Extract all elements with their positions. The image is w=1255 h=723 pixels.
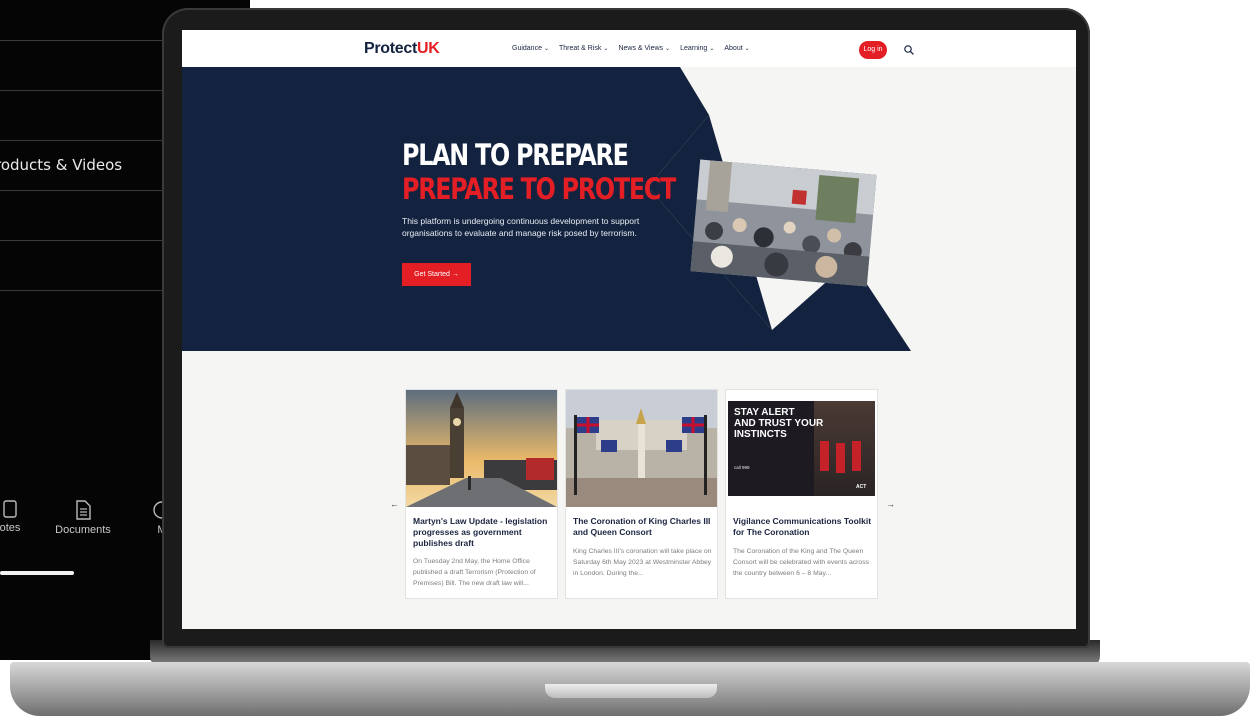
poster-call: call 999 bbox=[734, 465, 750, 470]
carousel-next-arrow[interactable]: → bbox=[886, 499, 895, 509]
news-card-vigilance-toolkit[interactable]: STAY ALERT AND TRUST YOUR INSTINCTS call… bbox=[726, 390, 877, 598]
phone-tab-label: otes bbox=[0, 522, 21, 534]
nav-guidance[interactable]: Guidance ⌄ bbox=[512, 45, 549, 52]
chevron-down-icon: ⌄ bbox=[744, 46, 750, 52]
phone-menu-item[interactable] bbox=[0, 40, 165, 91]
card-title: Martyn's Law Update - legislation progre… bbox=[413, 516, 548, 548]
card-body: King Charles III's coronation will take … bbox=[573, 548, 712, 577]
main-nav: Guidance ⌄ Threat & Risk ⌄ News & Views ⌄ L… bbox=[512, 45, 750, 52]
nav-news-views[interactable]: News & Views ⌄ bbox=[618, 45, 670, 52]
poster-line1: STAY ALERT bbox=[734, 407, 795, 418]
hero-title-line1: PLAN TO PREPARE bbox=[402, 138, 629, 172]
chevron-down-icon: ⌄ bbox=[603, 46, 609, 52]
poster-act-logo: ACT bbox=[856, 484, 867, 490]
hero-title-line2: PREPARE TO PROTECT bbox=[402, 172, 676, 206]
phone-menu-item[interactable] bbox=[0, 191, 165, 241]
news-card-coronation[interactable]: The Coronation of King Charles III and Q… bbox=[566, 390, 717, 598]
phone-tab-label: Documents bbox=[55, 524, 111, 536]
phone-menu-item[interactable] bbox=[0, 91, 165, 141]
phone-tab-notes[interactable]: otes bbox=[0, 500, 28, 534]
poster-line2: AND TRUST YOUR bbox=[734, 418, 824, 429]
chevron-down-icon: ⌄ bbox=[709, 46, 715, 52]
logo-uk: UK bbox=[417, 40, 440, 57]
nav-label: News & Views bbox=[618, 45, 664, 52]
search-icon[interactable] bbox=[904, 45, 914, 55]
chevron-down-icon: ⌄ bbox=[543, 46, 549, 52]
phone-tab-documents[interactable]: Documents bbox=[50, 500, 116, 536]
nav-learning[interactable]: Learning ⌄ bbox=[680, 45, 714, 52]
login-button[interactable]: Log in bbox=[859, 41, 887, 59]
get-started-button[interactable]: Get Started → bbox=[402, 263, 471, 286]
laptop-notch bbox=[545, 684, 717, 698]
stay-alert-poster: STAY ALERT AND TRUST YOUR INSTINCTS call… bbox=[726, 390, 877, 507]
laptop-screen: ProtectUK Guidance ⌄ Threat & Risk ⌄ News … bbox=[182, 30, 1076, 629]
notes-icon bbox=[3, 500, 17, 518]
site-logo[interactable]: ProtectUK bbox=[364, 40, 440, 58]
nav-label: Learning bbox=[680, 45, 708, 52]
nav-threat-risk[interactable]: Threat & Risk ⌄ bbox=[559, 45, 608, 52]
phone-menu-item[interactable] bbox=[0, 241, 165, 291]
news-card-martyns-law[interactable]: Martyn's Law Update - legislation progre… bbox=[406, 390, 557, 598]
hero-description: This platform is undergoing continuous d… bbox=[402, 216, 640, 238]
site-header: ProtectUK Guidance ⌄ Threat & Risk ⌄ News … bbox=[182, 30, 1076, 67]
home-indicator bbox=[0, 571, 74, 575]
documents-icon bbox=[76, 500, 91, 520]
crowd-photo bbox=[690, 159, 877, 287]
phone-menu-item-products-videos[interactable]: roducts & Videos bbox=[0, 141, 165, 191]
buckingham-palace-photo bbox=[566, 390, 717, 507]
hero-section: PLAN TO PREPARE PREPARE TO PROTECT This … bbox=[182, 67, 1076, 351]
carousel-prev-arrow[interactable]: ← bbox=[390, 499, 399, 509]
poster-line3: INSTINCTS bbox=[734, 429, 787, 440]
phone-menu: roducts & Videos bbox=[0, 40, 165, 291]
card-body: On Tuesday 2nd May, the Home Office publ… bbox=[413, 558, 536, 587]
card-title: Vigilance Communications Toolkit for The… bbox=[733, 516, 872, 537]
big-ben-photo bbox=[406, 390, 557, 507]
card-title: The Coronation of King Charles III and Q… bbox=[573, 516, 711, 537]
nav-label: Guidance bbox=[512, 45, 542, 52]
chevron-down-icon: ⌄ bbox=[665, 46, 671, 52]
card-body: The Coronation of the King and The Queen… bbox=[733, 548, 870, 577]
nav-about[interactable]: About ⌄ bbox=[724, 45, 749, 52]
nav-label: About bbox=[724, 45, 743, 52]
logo-protect: Protect bbox=[364, 40, 418, 57]
nav-label: Threat & Risk bbox=[559, 45, 602, 52]
hero-background bbox=[182, 67, 1076, 351]
